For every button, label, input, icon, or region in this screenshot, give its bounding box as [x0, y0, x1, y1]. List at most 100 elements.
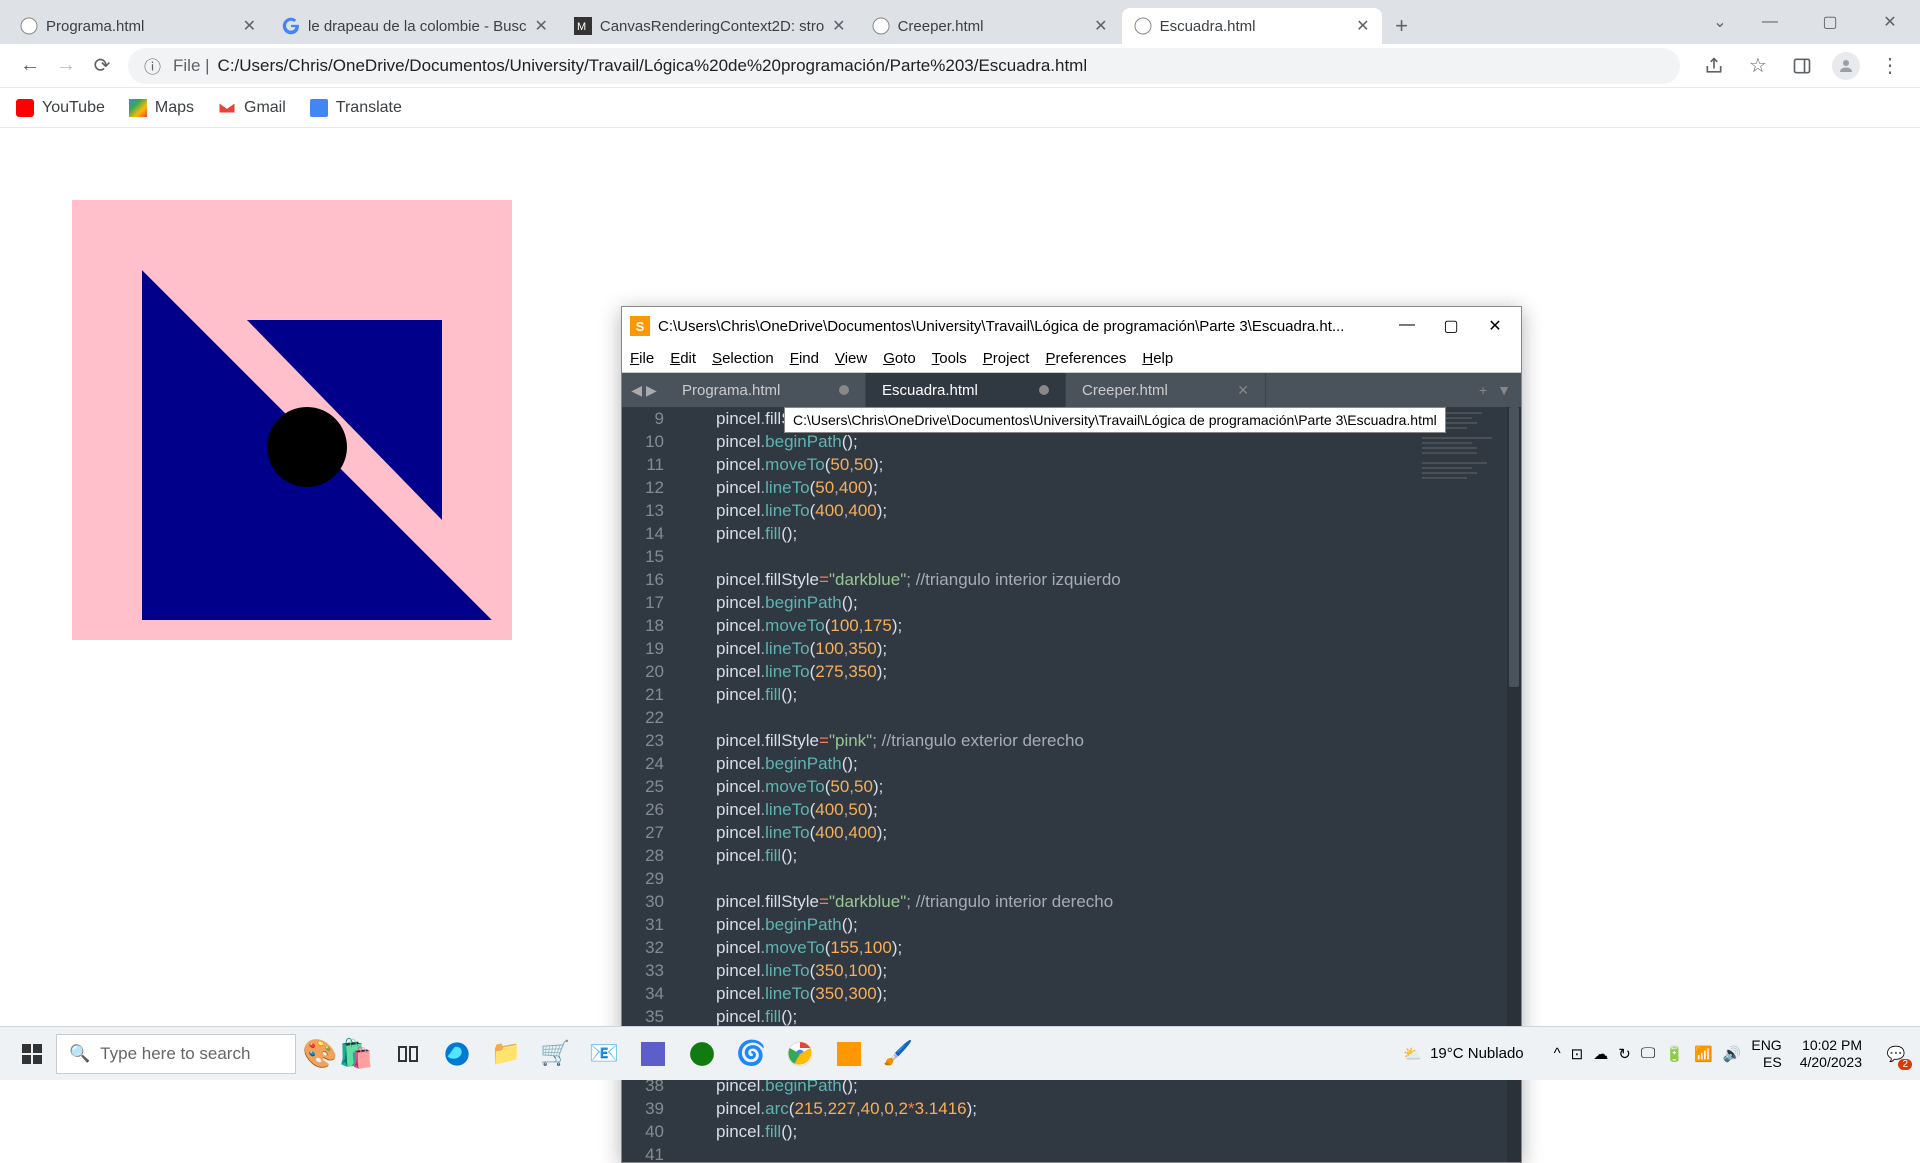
sublime-titlebar[interactable]: S C:\Users\Chris\OneDrive\Documentos\Uni… [622, 307, 1521, 345]
page-viewport: S C:\Users\Chris\OneDrive\Documentos\Uni… [0, 128, 1920, 1026]
tray-onedrive-icon[interactable]: ☁ [1593, 1045, 1608, 1063]
browser-tab[interactable]: MCanvasRenderingContext2D: stro✕ [562, 8, 858, 44]
browser-tab[interactable]: le drapeau de la colombie - Busc ✕ [270, 8, 560, 44]
sublime-menu-item[interactable]: Selection [712, 350, 774, 367]
sublime-tab[interactable]: Programa.html [666, 373, 866, 407]
sublime-menu-item[interactable]: Project [983, 350, 1030, 367]
browser-tab[interactable]: Escuadra.html✕ [1122, 8, 1382, 44]
sublime-tab[interactable]: Creeper.html✕ [1066, 373, 1266, 407]
window-controls: ⌄ — ▢ ✕ [1700, 0, 1920, 44]
tab-favicon [282, 17, 300, 35]
search-placeholder: Type here to search [100, 1044, 250, 1064]
sublime-menu-item[interactable]: File [630, 350, 654, 367]
tab-title: CanvasRenderingContext2D: stro [600, 18, 824, 35]
chrome-menu-icon[interactable]: ⋮ [1872, 48, 1908, 84]
sublime-close-button[interactable]: ✕ [1483, 316, 1507, 336]
edge-icon[interactable] [439, 1036, 475, 1072]
browser-tab[interactable]: Creeper.html ✕ [860, 8, 1120, 44]
sublime-tab-label: Escuadra.html [882, 382, 978, 399]
mail-icon[interactable]: 📧 [586, 1036, 622, 1072]
bookmark-gmail[interactable]: Gmail [218, 99, 286, 117]
weather-widget[interactable]: ⛅ 19°C Nublado [1403, 1045, 1523, 1063]
tray-battery-icon[interactable]: 🔋 [1665, 1045, 1684, 1063]
bookmark-star-icon[interactable]: ☆ [1740, 48, 1776, 84]
tab-close-icon[interactable]: ✕ [534, 16, 547, 36]
sublime-menu-item[interactable]: View [835, 350, 867, 367]
sublime-menu-item[interactable]: Tools [932, 350, 967, 367]
tray-update-icon[interactable]: ↻ [1618, 1045, 1631, 1063]
side-panel-icon[interactable] [1784, 48, 1820, 84]
url-text: C:/Users/Chris/OneDrive/Documentos/Unive… [218, 56, 1088, 76]
sublime-minimize-button[interactable]: — [1395, 316, 1419, 336]
microsoft-store-icon[interactable]: 🛒 [537, 1036, 573, 1072]
tray-volume-icon[interactable]: 🔊 [1723, 1045, 1742, 1063]
sublime-menu-item[interactable]: Edit [670, 350, 696, 367]
tab-close-icon[interactable]: ✕ [1094, 16, 1107, 36]
reload-button[interactable]: ⟳ [84, 48, 120, 84]
browser-tab-strip: Programa.html✕le drapeau de la colombie … [0, 0, 1920, 44]
tab-overflow-icon[interactable]: ⌄ [1700, 0, 1740, 44]
sublime-menu-bar: File Edit Selection Find View Goto Tools Projec… [622, 345, 1521, 373]
copilot-icon[interactable]: 🌀 [733, 1036, 769, 1072]
share-icon[interactable] [1696, 48, 1732, 84]
modified-dot-icon [839, 385, 849, 395]
sublime-menu-item[interactable]: Help [1142, 350, 1173, 367]
tray-display-icon[interactable]: 🖵 [1641, 1045, 1655, 1062]
sublime-maximize-button[interactable]: ▢ [1439, 316, 1463, 336]
tab-title: Creeper.html [898, 18, 1087, 35]
tab-title: Programa.html [46, 18, 235, 35]
sublime-tab-bar: ◀ ▶ Programa.html Escuadra.html Creeper.ht… [622, 373, 1521, 407]
xbox-icon[interactable] [684, 1036, 720, 1072]
forward-button[interactable]: → [48, 48, 84, 84]
close-window-button[interactable]: ✕ [1860, 0, 1920, 44]
minimize-button[interactable]: — [1740, 0, 1800, 44]
tray-wifi-icon[interactable]: 📶 [1694, 1045, 1713, 1063]
weather-text: 19°C Nublado [1430, 1045, 1524, 1062]
sublime-tab-nav[interactable]: ◀ ▶ [622, 373, 666, 407]
clock[interactable]: 10:02 PM 4/20/2023 [1792, 1037, 1870, 1071]
notifications-icon[interactable]: 💬2 [1880, 1038, 1912, 1070]
taskbar-shopping-icon[interactable]: 🛍️ [338, 1036, 374, 1072]
tray-chevron-icon[interactable]: ^ [1554, 1045, 1561, 1062]
windows-taskbar: 🔍 Type here to search 🎨 🛍️ 📁 🛒 📧 🌀 🖌️ ⛅ … [0, 1026, 1920, 1080]
taskbar-highlight-icon[interactable]: 🎨 [302, 1036, 338, 1072]
tab-close-icon[interactable]: ✕ [1356, 16, 1369, 36]
sublime-tab[interactable]: Escuadra.html [866, 373, 1066, 407]
language-indicator[interactable]: ENG ES [1751, 1037, 1781, 1071]
site-info-icon[interactable]: ⓘ [144, 53, 161, 78]
bookmark-maps[interactable]: Maps [129, 99, 194, 117]
file-explorer-icon[interactable]: 📁 [488, 1036, 524, 1072]
paint-icon[interactable]: 🖌️ [880, 1036, 916, 1072]
chrome-icon[interactable] [782, 1036, 818, 1072]
browser-tab[interactable]: Programa.html ✕ [8, 8, 268, 44]
maximize-button[interactable]: ▢ [1800, 0, 1860, 44]
modified-dot-icon [1039, 385, 1049, 395]
bookmark-translate[interactable]: Translate [310, 99, 402, 117]
start-button[interactable] [20, 1042, 44, 1066]
taskbar-search[interactable]: 🔍 Type here to search [56, 1034, 296, 1074]
tab-favicon [20, 17, 38, 35]
sublime-menu-item[interactable]: Find [790, 350, 819, 367]
sublime-new-tab-icon[interactable]: + [1479, 382, 1487, 398]
sublime-taskbar-icon[interactable] [831, 1036, 867, 1072]
tab-close-icon[interactable]: ✕ [243, 16, 256, 36]
bookmarks-bar: YouTube Maps Gmail Translate [0, 88, 1920, 128]
sublime-menu-item[interactable]: Goto [883, 350, 916, 367]
tab-close-icon[interactable]: ✕ [832, 16, 845, 36]
sublime-menu-item[interactable]: Preferences [1045, 350, 1126, 367]
sublime-title-path: C:\Users\Chris\OneDrive\Documentos\Unive… [658, 318, 1395, 335]
new-tab-button[interactable]: + [1384, 8, 1420, 44]
sublime-tab-dropdown-icon[interactable]: ▼ [1497, 382, 1511, 398]
profile-avatar[interactable] [1828, 48, 1864, 84]
sublime-tab-close-icon[interactable]: ✕ [1237, 382, 1249, 399]
app-icon-1[interactable] [635, 1036, 671, 1072]
bookmark-youtube[interactable]: YouTube [16, 99, 105, 117]
sublime-app-icon: S [630, 316, 650, 336]
tab-title: le drapeau de la colombie - Busc [308, 18, 526, 35]
back-button[interactable]: ← [12, 48, 48, 84]
task-view-icon[interactable] [390, 1036, 426, 1072]
weather-icon: ⛅ [1403, 1045, 1422, 1063]
canvas-output [72, 200, 512, 640]
url-input[interactable]: ⓘ File | C:/Users/Chris/OneDrive/Documen… [128, 48, 1680, 84]
tray-meet-icon[interactable]: ⊡ [1571, 1045, 1584, 1063]
